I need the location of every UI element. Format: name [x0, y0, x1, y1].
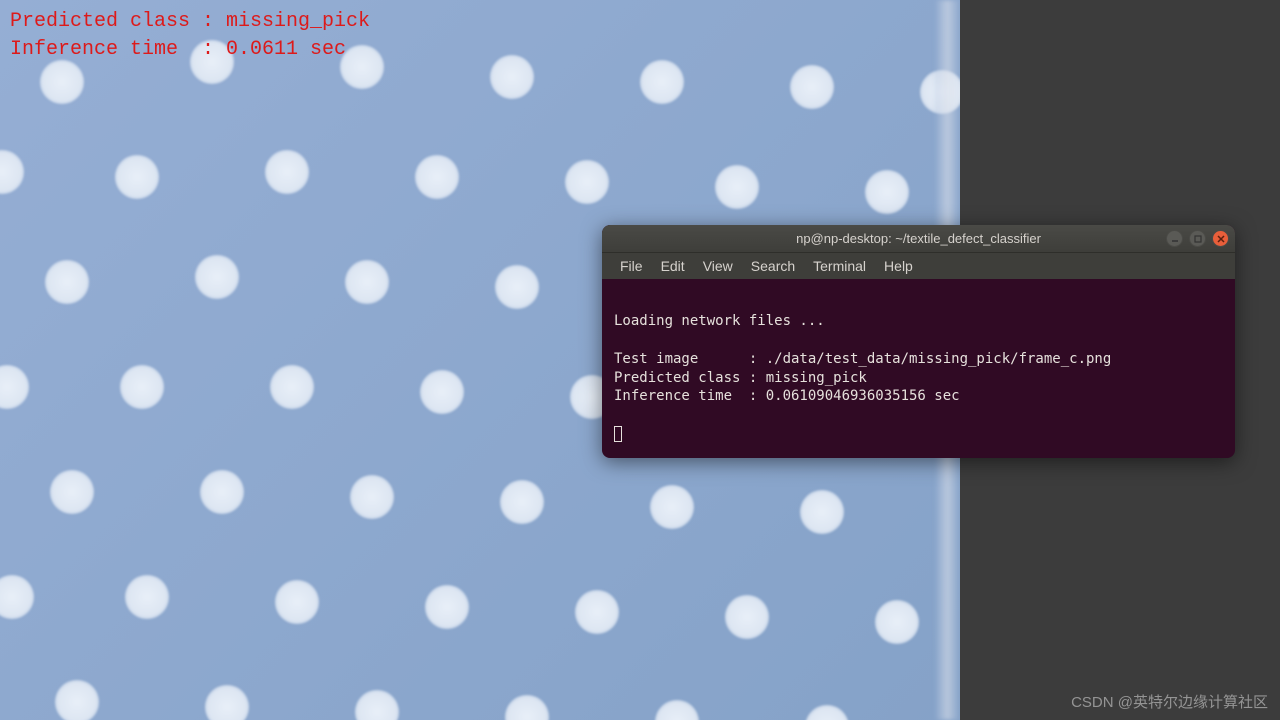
watermark: CSDN @英特尔边缘计算社区	[1071, 691, 1268, 712]
fabric-dot	[125, 575, 169, 619]
window-controls	[1166, 230, 1229, 247]
minimize-icon	[1171, 235, 1179, 243]
close-icon	[1217, 235, 1225, 243]
terminal-menubar: File Edit View Search Terminal Help	[602, 253, 1235, 279]
menu-edit[interactable]: Edit	[653, 256, 693, 276]
fabric-dot	[270, 365, 314, 409]
fabric-dot	[640, 60, 684, 104]
overlay-line-predicted: Predicted class : missing_pick	[10, 10, 370, 33]
terminal-window[interactable]: np@np-desktop: ~/textile_defect_classifi…	[602, 225, 1235, 458]
fabric-dot	[115, 155, 159, 199]
fabric-dot	[275, 580, 319, 624]
menu-help[interactable]: Help	[876, 256, 921, 276]
fabric-dot	[500, 480, 544, 524]
fabric-dot	[575, 590, 619, 634]
term-line-testimage: Test image : ./data/test_data/missing_pi…	[614, 351, 1111, 367]
close-button[interactable]	[1212, 230, 1229, 247]
fabric-dot	[415, 155, 459, 199]
fabric-dot	[195, 255, 239, 299]
fabric-dot	[0, 365, 29, 409]
fabric-dot	[40, 60, 84, 104]
fabric-dot	[265, 150, 309, 194]
fabric-dot	[505, 695, 549, 720]
fabric-dot	[120, 365, 164, 409]
fabric-dot	[865, 170, 909, 214]
menu-terminal[interactable]: Terminal	[805, 256, 874, 276]
fabric-dot	[205, 685, 249, 720]
terminal-cursor	[614, 426, 622, 442]
fabric-dot	[655, 700, 699, 720]
fabric-dot	[490, 55, 534, 99]
term-line-loading: Loading network files ...	[614, 313, 825, 329]
fabric-dot	[0, 575, 34, 619]
fabric-dot	[565, 160, 609, 204]
terminal-body[interactable]: Loading network files ... Test image : .…	[602, 279, 1235, 458]
fabric-dot	[200, 470, 244, 514]
menu-file[interactable]: File	[612, 256, 651, 276]
maximize-icon	[1194, 235, 1202, 243]
fabric-dot	[790, 65, 834, 109]
fabric-dot	[420, 370, 464, 414]
fabric-dot	[355, 690, 399, 720]
fabric-dot	[495, 265, 539, 309]
fabric-dot	[875, 600, 919, 644]
fabric-dot	[425, 585, 469, 629]
fabric-dot	[725, 595, 769, 639]
term-line-inftime: Inference time : 0.06109046936035156 sec	[614, 388, 960, 404]
fabric-dot	[650, 485, 694, 529]
fabric-dot	[715, 165, 759, 209]
prediction-overlay: Predicted class : missing_pick Inference…	[10, 8, 370, 64]
fabric-dot	[345, 260, 389, 304]
fabric-dot	[45, 260, 89, 304]
minimize-button[interactable]	[1166, 230, 1183, 247]
term-line-predclass: Predicted class : missing_pick	[614, 370, 867, 386]
maximize-button[interactable]	[1189, 230, 1206, 247]
fabric-dot	[800, 490, 844, 534]
menu-view[interactable]: View	[695, 256, 741, 276]
fabric-dot	[805, 705, 849, 720]
fabric-dot	[50, 470, 94, 514]
terminal-title: np@np-desktop: ~/textile_defect_classifi…	[796, 231, 1041, 246]
overlay-line-time: Inference time : 0.0611 sec	[10, 38, 346, 61]
fabric-dot	[0, 150, 24, 194]
fabric-dot	[55, 680, 99, 720]
terminal-titlebar[interactable]: np@np-desktop: ~/textile_defect_classifi…	[602, 225, 1235, 253]
fabric-dot	[350, 475, 394, 519]
menu-search[interactable]: Search	[743, 256, 803, 276]
